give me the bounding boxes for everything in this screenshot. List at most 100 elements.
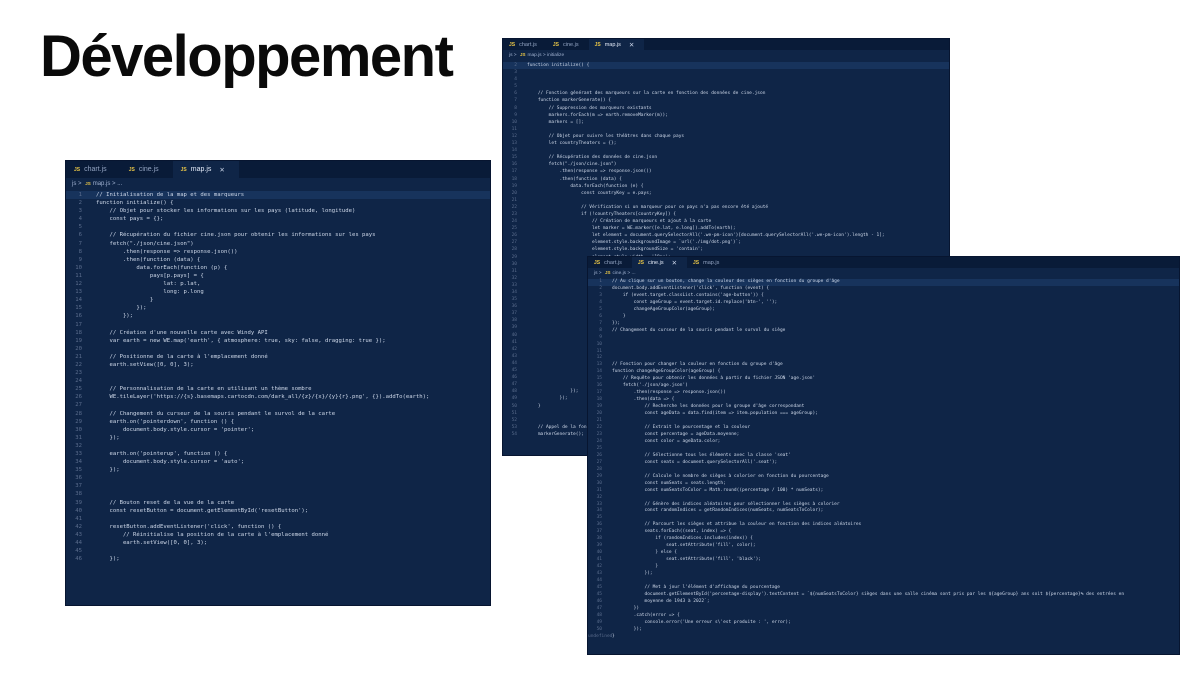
code-line[interactable]: 32 — [588, 495, 1179, 502]
code-line[interactable]: 13 let countryTheaters = {}; — [503, 140, 949, 147]
code-line[interactable]: 14 } — [66, 296, 490, 304]
code-line[interactable]: 8 // Suppression des marqueurs existants — [503, 105, 949, 112]
code-line[interactable]: 38 — [66, 490, 490, 498]
tab-chart-js[interactable]: JS chart.js — [503, 39, 547, 50]
breadcrumb-symbol[interactable]: ... — [632, 271, 636, 276]
code-line[interactable]: 41 seat.setAttribute('fill', 'black'); — [588, 557, 1179, 564]
breadcrumb-folder[interactable]: js — [509, 53, 512, 58]
code-line[interactable]: 28 element.style.backgroundSize = 'conta… — [503, 246, 949, 253]
code-line[interactable]: 24 // Création de marqueurs et ajout à l… — [503, 218, 949, 225]
code-line[interactable]: 7}); — [588, 321, 1179, 328]
code-line[interactable]: 35 }); — [66, 466, 490, 474]
code-line[interactable]: 1 // Initialisation de la map et des marq… — [66, 191, 490, 200]
code-line[interactable]: 3 — [503, 69, 949, 76]
code-line[interactable]: 41 — [66, 515, 490, 523]
code-line[interactable]: 15 // Récupération des données de cine.j… — [503, 154, 949, 161]
code-line[interactable]: 32 — [66, 442, 490, 450]
code-line[interactable]: 34 document.body.style.cursor = 'auto'; — [66, 458, 490, 466]
code-line[interactable]: 46 moyenne de 1943 à 2022`; — [588, 599, 1179, 606]
code-line[interactable]: 5 — [66, 223, 490, 231]
code-line[interactable]: 43 }); — [588, 571, 1179, 578]
breadcrumb-folder[interactable]: js — [72, 181, 76, 187]
code-line[interactable]: 10 — [588, 342, 1179, 349]
code-line[interactable]: 25 let marker = WE.marker([e.lat, e.long… — [503, 225, 949, 232]
code-line[interactable]: 47 }) — [588, 606, 1179, 613]
code-line[interactable]: 21 — [503, 197, 949, 204]
code-line[interactable]: 21 // Positionne de la carte à l'emplace… — [66, 353, 490, 361]
code-line[interactable]: 16 }); — [66, 312, 490, 320]
breadcrumb-symbol[interactable]: initialize — [547, 53, 564, 58]
code-line[interactable]: 23 const percentage = ageData.moyenne; — [588, 432, 1179, 439]
code-line[interactable]: 13 long: p.long — [66, 288, 490, 296]
code-line[interactable]: 48 .catch(error => { — [588, 613, 1179, 620]
tab-map-js[interactable]: JS map.js ✕ — [172, 161, 239, 178]
code-line[interactable]: 26 let element = document.querySelectorA… — [503, 232, 949, 239]
code-line[interactable]: 31 }); — [66, 434, 490, 442]
code-line[interactable]: 8 // Changement du curseur de la souris p… — [588, 328, 1179, 335]
code-line[interactable]: 22 // Extrait le pourcentage et la coule… — [588, 425, 1179, 432]
code-line[interactable]: 5 changeAgeGroupColor(ageGroup); — [588, 307, 1179, 314]
code-line[interactable]: 7 fetch("./json/cine.json") — [66, 240, 490, 248]
code-line[interactable]: 42 resetButton.addEventListener('click',… — [66, 523, 490, 531]
code-line[interactable]: undefined} — [588, 634, 1179, 641]
code-line[interactable]: 23 — [66, 369, 490, 377]
code-line[interactable]: 8 .then(response => response.json()) — [66, 248, 490, 256]
tab-map-js[interactable]: JS map.js ✕ — [588, 39, 645, 50]
code-line[interactable]: 21 — [588, 418, 1179, 425]
code-line[interactable]: 22 earth.setView([0, 0], 3); — [66, 361, 490, 369]
code-line[interactable]: 24 — [66, 377, 490, 385]
code-line[interactable]: 10 markers = []; — [503, 119, 949, 126]
code-line[interactable]: 36 — [66, 474, 490, 482]
code-line[interactable]: 24 const color = ageData.color; — [588, 439, 1179, 446]
code-line[interactable]: 27 const seats = document.querySelectorA… — [588, 460, 1179, 467]
code-line[interactable]: 20 const ageData = data.find(item => ite… — [588, 411, 1179, 418]
tab-cine-js[interactable]: JS cine.js — [121, 161, 173, 178]
code-line[interactable]: 2 function initialize() { — [66, 199, 490, 207]
code-line[interactable]: 18 // Création d'une nouvelle carte avec… — [66, 329, 490, 337]
code-line[interactable]: 3 if (event.target.classList.contains('a… — [588, 293, 1179, 300]
code-line[interactable]: 9 — [588, 335, 1179, 342]
close-icon[interactable]: ✕ — [219, 166, 224, 174]
tab-cine-js[interactable]: JS cine.js — [547, 39, 589, 50]
code-line[interactable]: 6 // Récupération du fichier cine.json p… — [66, 231, 490, 239]
code-line[interactable]: 11 — [503, 126, 949, 133]
code-line[interactable]: 45 // Met à jour l'élément d'affichage d… — [588, 585, 1179, 592]
code-line[interactable]: 27 element.style.backgroundImage = `url(… — [503, 239, 949, 246]
code-line[interactable]: 29 earth.on('pointerdown', function () { — [66, 418, 490, 426]
code-line[interactable]: 17 .then(response => response.json()) — [588, 390, 1179, 397]
code-line[interactable]: 30 document.body.style.cursor = 'pointer… — [66, 426, 490, 434]
code-line[interactable]: 20 const countryKey = e.pays; — [503, 190, 949, 197]
code-line[interactable]: 19 data.forEach(function (e) { — [503, 183, 949, 190]
breadcrumb-file[interactable]: map.js — [527, 53, 541, 58]
code-line[interactable]: 40 const resetButton = document.getEleme… — [66, 507, 490, 515]
code-line[interactable]: 45 — [66, 547, 490, 555]
breadcrumb-symbol[interactable]: ... — [117, 181, 122, 187]
code-line[interactable]: 18 .then(function (data) { — [503, 176, 949, 183]
code-line[interactable]: 29 // Calcule le nombre de sièges à colo… — [588, 474, 1179, 481]
code-line[interactable]: 50 }); — [588, 627, 1179, 634]
code-line[interactable]: 33 earth.on('pointerup', function () { — [66, 450, 490, 458]
code-line[interactable]: 16 fetch("./json/cine.json") — [503, 161, 949, 168]
code-line[interactable]: 11 — [588, 349, 1179, 356]
breadcrumb-folder[interactable]: js — [594, 271, 597, 276]
code-line[interactable]: 2 function initialize() { — [503, 62, 949, 70]
breadcrumb-file[interactable]: map.js — [93, 181, 111, 187]
code-line[interactable]: 19 var earth = new WE.map('earth', { atm… — [66, 337, 490, 345]
breadcrumb-file[interactable]: cine.js — [612, 271, 626, 276]
tab-map-js[interactable]: JS map.js — [687, 257, 729, 268]
code-line[interactable]: 37 — [66, 482, 490, 490]
code-line[interactable]: 2 document.body.addEventListener('click',… — [588, 286, 1179, 293]
code-line[interactable]: 7 function markerGenerate() { — [503, 97, 949, 104]
code-line[interactable]: 23 if (!countryTheaters[countryKey]) { — [503, 211, 949, 218]
code-line[interactable]: 44 earth.setView([0, 0], 3); — [66, 539, 490, 547]
code-line[interactable]: 17 — [66, 321, 490, 329]
code-line[interactable]: 9 markers.forEach(m => earth.removeMarke… — [503, 112, 949, 119]
code-line[interactable]: 6 } — [588, 314, 1179, 321]
code-line[interactable]: 45 document.getElementById('percentage-d… — [588, 592, 1179, 599]
code-line[interactable]: 44 — [588, 578, 1179, 585]
code-line[interactable]: 31 const numSeatsToColor = Math.round((p… — [588, 488, 1179, 495]
tab-chart-js[interactable]: JS chart.js — [66, 161, 121, 178]
code-line[interactable]: 10 data.forEach(function (p) { — [66, 264, 490, 272]
code-line[interactable]: 22 // Vérification si un marqueur pour c… — [503, 204, 949, 211]
code-line[interactable]: 28 // Changement du curseur de la souris… — [66, 410, 490, 418]
